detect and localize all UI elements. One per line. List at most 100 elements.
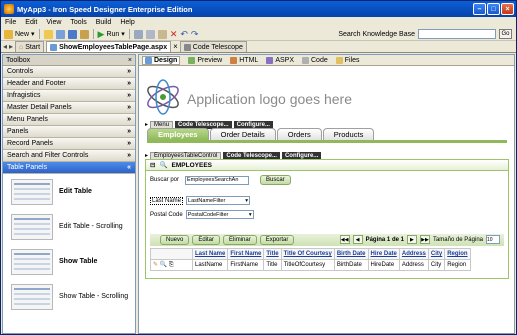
column-header[interactable]: Hire Date: [367, 248, 400, 260]
expand-icon: »: [127, 92, 131, 99]
menu-build[interactable]: Build: [96, 19, 112, 26]
delete-button[interactable]: Eliminar: [223, 235, 257, 245]
new-record-button[interactable]: Nuevo: [160, 235, 190, 245]
run-button[interactable]: ▶ Run ▾: [98, 29, 125, 39]
page-size-label: Tamaño de Página: [432, 236, 483, 243]
postal-filter-row: Postal Code PostalCodeFilter ▾: [150, 210, 254, 219]
maximize-button[interactable]: □: [487, 3, 500, 15]
toolbox-item-edit-table[interactable]: Edit Table: [3, 174, 135, 209]
column-header[interactable]: Title Of Courtesy: [280, 248, 335, 260]
column-header[interactable]: Birth Date: [333, 248, 369, 260]
column-header[interactable]: Address: [398, 248, 429, 260]
tab-html[interactable]: HTML: [230, 56, 258, 64]
category-record-panels[interactable]: Record Panels»: [3, 138, 135, 150]
tab-code-telescope[interactable]: Code Telescope: [179, 41, 247, 52]
tab-design[interactable]: Design: [142, 55, 181, 65]
search-input[interactable]: [185, 175, 250, 185]
toolbox-item-show-table[interactable]: Show Table: [3, 244, 135, 279]
menu-edit[interactable]: Edit: [25, 19, 37, 26]
category-master-detail[interactable]: Master Detail Panels»: [3, 102, 135, 114]
tab-files[interactable]: Files: [335, 56, 360, 64]
cell: Address: [398, 259, 429, 271]
paste-icon[interactable]: [157, 29, 167, 39]
toolbox-close-icon[interactable]: ×: [128, 57, 132, 64]
copy-icon[interactable]: [145, 29, 155, 39]
collapse-arrow-icon[interactable]: ▸: [145, 152, 148, 159]
cut-icon[interactable]: [133, 29, 143, 39]
menu-file[interactable]: File: [5, 19, 16, 26]
tab-close-icon[interactable]: ×: [173, 42, 178, 51]
category-table-panels[interactable]: Table Panels «: [3, 162, 135, 174]
cell: FirstName: [227, 259, 265, 271]
expand-icon: »: [127, 152, 131, 159]
column-header[interactable]: Region: [444, 248, 471, 260]
go-button[interactable]: Go: [499, 29, 512, 39]
first-page-button[interactable]: ◀◀: [339, 235, 350, 244]
column-header[interactable]: Last Name: [191, 248, 229, 260]
category-infragistics[interactable]: Infragistics»: [3, 90, 135, 102]
code-icon: [302, 56, 309, 64]
title-bar: MyApp3 - Iron Speed Designer Enterprise …: [1, 1, 516, 17]
minimize-button[interactable]: –: [473, 3, 486, 15]
cell: LastName: [191, 259, 229, 271]
next-page-button[interactable]: ▶: [406, 235, 417, 244]
tab-employees[interactable]: Employees: [147, 128, 209, 140]
collapse-arrow-icon[interactable]: ▸: [145, 121, 148, 128]
collapse-toggle-icon[interactable]: ⊟: [150, 161, 155, 169]
table-thumbnail-icon: [11, 248, 53, 275]
lastname-filter-select[interactable]: LastNameFilter ▾: [186, 196, 251, 205]
tab-code[interactable]: Code: [302, 56, 328, 64]
search-button[interactable]: Buscar: [260, 175, 291, 185]
category-header-footer[interactable]: Header and Footer»: [3, 78, 135, 90]
category-search-filter[interactable]: Search and Filter Controls»: [3, 150, 135, 162]
copy-row-icon[interactable]: ⎘: [169, 262, 174, 268]
prev-page-button[interactable]: ◀: [352, 235, 363, 244]
tab-orders[interactable]: Orders: [276, 128, 322, 140]
tab-start[interactable]: ⌂ Start: [15, 41, 45, 52]
tab-aspx[interactable]: ASPX: [266, 56, 294, 64]
open-folder-icon[interactable]: [43, 29, 53, 39]
category-controls[interactable]: Controls»: [3, 66, 135, 78]
postal-filter-select[interactable]: PostalCodeFilter ▾: [185, 210, 254, 219]
new-button[interactable]: New ▾: [4, 29, 35, 39]
category-menu-panels[interactable]: Menu Panels»: [3, 114, 135, 126]
undo-icon[interactable]: ↶: [180, 29, 188, 40]
last-page-button[interactable]: ▶▶: [419, 235, 430, 244]
tab-page[interactable]: ShowEmployeesTablePage.aspx: [46, 41, 172, 52]
menu-help[interactable]: Help: [120, 19, 134, 26]
search-row: Buscar por Buscar: [150, 175, 291, 185]
expand-icon: »: [127, 140, 131, 147]
tab-order-details[interactable]: Order Details: [209, 128, 276, 140]
column-header[interactable]: City: [427, 248, 446, 260]
toolbox-item-edit-table-scrolling[interactable]: Edit Table - Scrolling: [3, 209, 135, 244]
close-button[interactable]: ×: [501, 3, 514, 15]
column-header[interactable]: First Name: [227, 248, 265, 260]
toolbox-panel: Toolbox × Controls» Header and Footer» I…: [2, 54, 136, 334]
category-panels[interactable]: Panels»: [3, 126, 135, 138]
back-icon[interactable]: ◂: [3, 42, 7, 51]
tab-preview[interactable]: Preview: [188, 56, 222, 64]
toolbox-item-show-table-scrolling[interactable]: Show Table - Scrolling: [3, 279, 135, 314]
delete-icon[interactable]: ✕: [170, 29, 178, 40]
edit-button[interactable]: Editar: [192, 235, 221, 245]
tab-products[interactable]: Products: [322, 128, 375, 140]
dropdown-arrow-icon: ▾: [248, 211, 252, 218]
expand-icon: »: [127, 68, 131, 75]
edit-row-icon[interactable]: ✎: [153, 262, 158, 268]
new-icon: [4, 29, 13, 39]
kb-search-input[interactable]: [418, 29, 496, 39]
menu-tools[interactable]: Tools: [70, 19, 86, 26]
aspx-icon: [266, 56, 274, 64]
save-icon[interactable]: [55, 29, 65, 39]
postal-label: Postal Code: [150, 211, 183, 218]
export-button[interactable]: Exportar: [259, 235, 295, 245]
forward-icon[interactable]: ▸: [9, 42, 13, 51]
column-header[interactable]: Title: [263, 248, 282, 260]
page-size-input[interactable]: [486, 235, 500, 244]
lastname-label: Last Name: [150, 196, 184, 205]
build-icon[interactable]: [79, 29, 89, 39]
redo-icon[interactable]: ↷: [191, 29, 199, 40]
save-all-icon[interactable]: [67, 29, 77, 39]
view-row-icon[interactable]: 🔍: [160, 262, 167, 268]
menu-view[interactable]: View: [46, 19, 61, 26]
